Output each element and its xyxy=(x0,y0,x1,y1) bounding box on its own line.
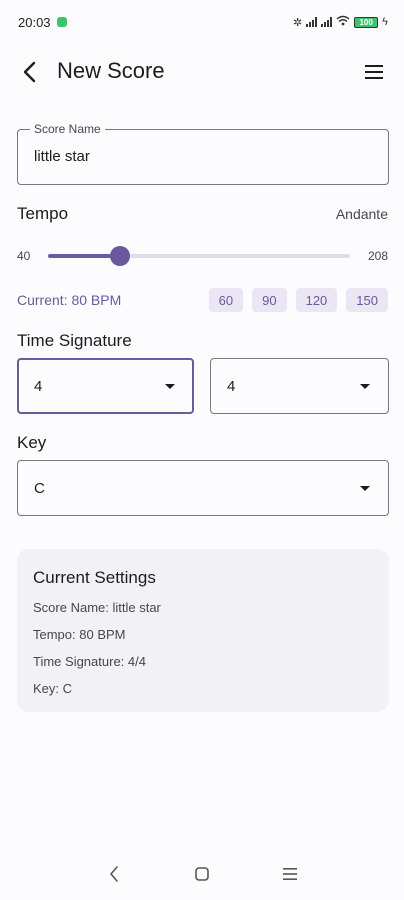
preset-60-button[interactable]: 60 xyxy=(208,288,244,312)
slider-min-label: 40 xyxy=(17,249,31,263)
status-right: ✲ 100 ϟ xyxy=(293,15,388,29)
battery-icon: 100 xyxy=(354,16,379,28)
status-left: 20:03 xyxy=(18,15,67,30)
signal-icon xyxy=(321,17,333,27)
tempo-slider[interactable] xyxy=(48,246,350,266)
score-name-input[interactable] xyxy=(34,148,364,165)
nav-recents-button[interactable] xyxy=(270,854,310,894)
status-bar: 20:03 ✲ 100 ϟ xyxy=(0,0,404,44)
nav-back-button[interactable] xyxy=(94,854,134,894)
tempo-label: Tempo xyxy=(17,204,69,223)
dropdown-arrow-icon xyxy=(165,384,175,389)
tempo-presets: 60 90 120 150 xyxy=(208,288,388,312)
current-bpm-text: Current: 80 BPM xyxy=(17,292,122,308)
dropdown-arrow-icon xyxy=(360,384,370,389)
signal-icon xyxy=(306,17,318,27)
tempo-marking: Andante xyxy=(335,206,388,222)
key-label: Key xyxy=(17,433,47,452)
summary-time-signature: Time Signature: 4/4 xyxy=(33,654,146,669)
denominator-value: 4 xyxy=(227,378,236,395)
slider-max-label: 208 xyxy=(367,249,388,263)
summary-key: Key: C xyxy=(33,681,73,696)
system-nav-bar xyxy=(0,848,404,900)
menu-button[interactable] xyxy=(358,56,390,88)
do-not-disturb-icon: ✲ xyxy=(292,16,303,29)
status-time: 20:03 xyxy=(18,14,51,30)
score-name-label: Score Name xyxy=(30,122,105,136)
arrow-back-icon xyxy=(23,61,36,83)
charging-icon: ϟ xyxy=(382,16,388,28)
page-title: New Score xyxy=(57,58,165,83)
current-settings-card: Current Settings Score Name: little star… xyxy=(17,549,389,712)
back-button[interactable] xyxy=(14,56,46,88)
time-signature-numerator-dropdown[interactable]: 4 xyxy=(17,358,194,414)
summary-tempo: Tempo: 80 BPM xyxy=(33,627,126,642)
nav-back-icon xyxy=(110,866,118,882)
app-bar: New Score xyxy=(0,44,404,100)
nav-home-button[interactable] xyxy=(182,854,222,894)
preset-90-button[interactable]: 90 xyxy=(252,288,287,312)
time-signature-label: Time Signature xyxy=(17,331,132,350)
time-signature-denominator-dropdown[interactable]: 4 xyxy=(210,358,389,414)
app-notification-icon xyxy=(56,17,67,27)
hamburger-menu-icon xyxy=(365,65,383,79)
preset-120-button[interactable]: 120 xyxy=(295,288,338,312)
summary-score-name: Score Name: little star xyxy=(33,600,161,615)
score-name-field: Score Name xyxy=(17,122,389,185)
slider-thumb[interactable] xyxy=(110,246,130,266)
card-title: Current Settings xyxy=(33,568,156,587)
wifi-icon xyxy=(336,15,350,29)
key-dropdown[interactable]: C xyxy=(17,460,389,516)
nav-recents-icon xyxy=(283,868,297,880)
preset-150-button[interactable]: 150 xyxy=(346,288,388,312)
dropdown-arrow-icon xyxy=(360,486,370,491)
numerator-value: 4 xyxy=(34,378,43,395)
nav-home-icon xyxy=(195,867,209,881)
key-value: C xyxy=(34,480,45,497)
